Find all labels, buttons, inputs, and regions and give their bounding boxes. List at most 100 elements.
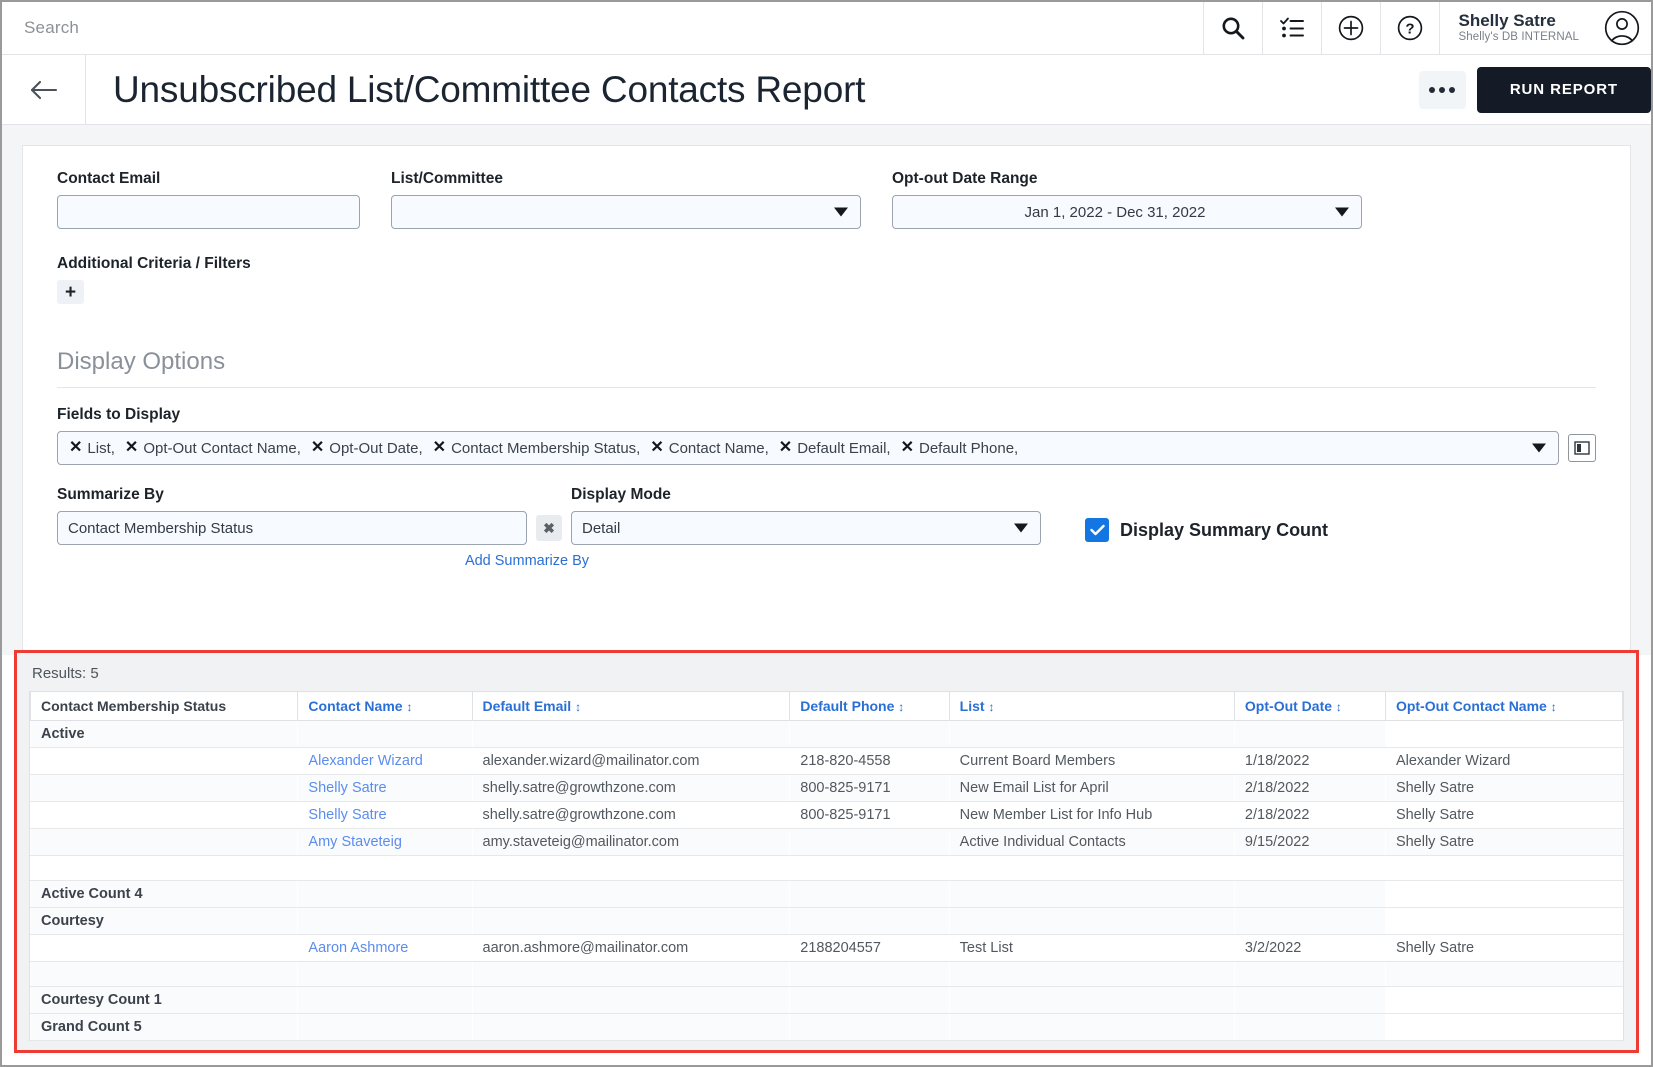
field-chip[interactable]: ✕ Opt-Out Contact Name, bbox=[125, 440, 301, 457]
cell-default-email: shelly.satre@growthzone.com bbox=[472, 802, 790, 829]
sort-icon[interactable]: ↕ bbox=[575, 700, 581, 714]
clear-summarize-by-button[interactable]: ✖ bbox=[536, 515, 562, 541]
cell-optout-contact-name: Shelly Satre bbox=[1385, 935, 1622, 962]
help-circle-icon[interactable]: ? bbox=[1380, 2, 1439, 55]
contact-email-label: Contact Email bbox=[57, 170, 360, 188]
group-total-row: Active Count 4 bbox=[31, 881, 1623, 908]
additional-criteria-group: Additional Criteria / Filters + bbox=[57, 255, 1596, 304]
group-label: Courtesy bbox=[31, 908, 298, 935]
fields-to-display-label: Fields to Display bbox=[57, 406, 1596, 424]
group-total-label: Courtesy Count 1 bbox=[31, 987, 298, 1014]
cell-list: Current Board Members bbox=[949, 748, 1234, 775]
field-chip[interactable]: ✕ Default Email, bbox=[779, 440, 891, 457]
cell-optout-date: 9/15/2022 bbox=[1234, 829, 1385, 856]
remove-chip-icon[interactable]: ✕ bbox=[69, 440, 82, 456]
results-table-body: Active Alexander Wizard alexander.wizard… bbox=[31, 721, 1623, 1041]
column-header-default-phone[interactable]: Default Phone ↕ bbox=[790, 692, 949, 721]
contact-email-field-group: Contact Email bbox=[57, 170, 360, 229]
column-header-list[interactable]: List ↕ bbox=[949, 692, 1234, 721]
column-layout-button[interactable] bbox=[1568, 434, 1596, 462]
add-summarize-by-link[interactable]: Add Summarize By bbox=[57, 553, 997, 569]
display-summary-count-checkbox[interactable] bbox=[1085, 518, 1109, 542]
sort-icon[interactable]: ↕ bbox=[988, 700, 994, 714]
cell-default-email: shelly.satre@growthzone.com bbox=[472, 775, 790, 802]
cell-contact-name[interactable]: Shelly Satre bbox=[298, 775, 472, 802]
display-mode-select[interactable]: Detail bbox=[571, 511, 1041, 545]
display-mode-value: Detail bbox=[582, 520, 620, 537]
cell-optout-date: 2/18/2022 bbox=[1234, 775, 1385, 802]
column-header-contact-membership-status[interactable]: Contact Membership Status bbox=[31, 692, 298, 721]
column-header-contact-name[interactable]: Contact Name ↕ bbox=[298, 692, 472, 721]
column-header-optout-contact-name[interactable]: Opt-Out Contact Name ↕ bbox=[1385, 692, 1622, 721]
optout-date-range-select[interactable]: Jan 1, 2022 - Dec 31, 2022 bbox=[892, 195, 1362, 229]
field-chip-label: Contact Name, bbox=[669, 440, 769, 457]
field-chip[interactable]: ✕ Opt-Out Date, bbox=[311, 440, 423, 457]
list-committee-select[interactable] bbox=[391, 195, 861, 229]
cell-optout-contact-name: Shelly Satre bbox=[1385, 775, 1622, 802]
group-row: Courtesy bbox=[31, 908, 1623, 935]
chevron-down-icon bbox=[1532, 444, 1546, 453]
table-row: Shelly Satre shelly.satre@growthzone.com… bbox=[31, 775, 1623, 802]
field-chip[interactable]: ✕ Contact Membership Status, bbox=[433, 440, 641, 457]
column-label: Contact Name bbox=[308, 698, 402, 714]
summarize-by-group: Summarize By Contact Membership Status bbox=[57, 486, 527, 545]
results-header-row: Contact Membership Status Contact Name ↕… bbox=[31, 692, 1623, 721]
column-header-optout-date[interactable]: Opt-Out Date ↕ bbox=[1234, 692, 1385, 721]
chevron-down-icon bbox=[834, 208, 848, 217]
remove-chip-icon[interactable]: ✕ bbox=[901, 440, 914, 456]
cell-optout-date: 2/18/2022 bbox=[1234, 802, 1385, 829]
remove-chip-icon[interactable]: ✕ bbox=[433, 440, 446, 456]
svg-text:?: ? bbox=[1406, 21, 1415, 38]
user-account-block[interactable]: Shelly Satre Shelly's DB INTERNAL bbox=[1439, 2, 1593, 55]
remove-chip-icon[interactable]: ✕ bbox=[779, 440, 792, 456]
group-total-label: Active Count 4 bbox=[31, 881, 298, 908]
cell-optout-date: 1/18/2022 bbox=[1234, 748, 1385, 775]
add-criteria-button[interactable]: + bbox=[57, 280, 84, 304]
search-icon[interactable] bbox=[1203, 2, 1262, 55]
cell-contact-name[interactable]: Alexander Wizard bbox=[298, 748, 472, 775]
field-chip[interactable]: ✕ List, bbox=[69, 440, 115, 457]
remove-chip-icon[interactable]: ✕ bbox=[650, 440, 663, 456]
fields-to-display-row: ✕ List, ✕ Opt-Out Contact Name, ✕ Opt-Ou… bbox=[57, 431, 1596, 465]
field-chip-label: Opt-Out Date, bbox=[329, 440, 422, 457]
group-total-row: Courtesy Count 1 bbox=[31, 987, 1623, 1014]
topbar-icon-group: ? bbox=[1203, 2, 1439, 55]
user-org: Shelly's DB INTERNAL bbox=[1458, 30, 1579, 45]
results-panel: Results: 5 Contact Membership Status Con… bbox=[14, 650, 1639, 1053]
cell-contact-name[interactable]: Aaron Ashmore bbox=[298, 935, 472, 962]
sort-icon[interactable]: ↕ bbox=[1336, 700, 1342, 714]
checklist-icon[interactable] bbox=[1262, 2, 1321, 55]
summarize-by-input[interactable]: Contact Membership Status bbox=[57, 511, 527, 545]
chevron-down-icon bbox=[1335, 208, 1349, 217]
field-chip[interactable]: ✕ Contact Name, bbox=[650, 440, 768, 457]
list-committee-label: List/Committee bbox=[391, 170, 861, 188]
column-label: List bbox=[960, 698, 985, 714]
avatar[interactable] bbox=[1593, 2, 1651, 55]
remove-chip-icon[interactable]: ✕ bbox=[125, 440, 138, 456]
spacer-row bbox=[31, 856, 1623, 881]
column-label: Contact Membership Status bbox=[41, 698, 226, 714]
back-arrow-icon[interactable] bbox=[2, 55, 86, 125]
chevron-down-icon bbox=[1014, 524, 1028, 533]
global-search-input[interactable]: Search bbox=[2, 18, 1203, 38]
more-options-button[interactable] bbox=[1419, 71, 1466, 109]
cell-optout-date: 3/2/2022 bbox=[1234, 935, 1385, 962]
fields-to-display-select[interactable]: ✕ List, ✕ Opt-Out Contact Name, ✕ Opt-Ou… bbox=[57, 431, 1559, 465]
cell-contact-name[interactable]: Shelly Satre bbox=[298, 802, 472, 829]
column-label: Default Phone bbox=[800, 698, 894, 714]
cell-default-phone: 218-820-4558 bbox=[790, 748, 949, 775]
plus-circle-icon[interactable] bbox=[1321, 2, 1380, 55]
run-report-button[interactable]: RUN REPORT bbox=[1477, 67, 1651, 113]
sort-icon[interactable]: ↕ bbox=[1551, 700, 1557, 714]
remove-chip-icon[interactable]: ✕ bbox=[311, 440, 324, 456]
display-mode-group: Display Mode Detail bbox=[571, 486, 1041, 545]
report-body: Contact Email List/Committee Opt-out Dat… bbox=[2, 125, 1651, 655]
cell-contact-name[interactable]: Amy Staveteig bbox=[298, 829, 472, 856]
sort-icon[interactable]: ↕ bbox=[406, 700, 412, 714]
contact-email-input[interactable] bbox=[57, 195, 360, 229]
field-chip[interactable]: ✕ Default Phone, bbox=[901, 440, 1019, 457]
cell-list: Test List bbox=[949, 935, 1234, 962]
column-header-default-email[interactable]: Default Email ↕ bbox=[472, 692, 790, 721]
list-committee-field-group: List/Committee bbox=[391, 170, 861, 229]
sort-icon[interactable]: ↕ bbox=[898, 700, 904, 714]
